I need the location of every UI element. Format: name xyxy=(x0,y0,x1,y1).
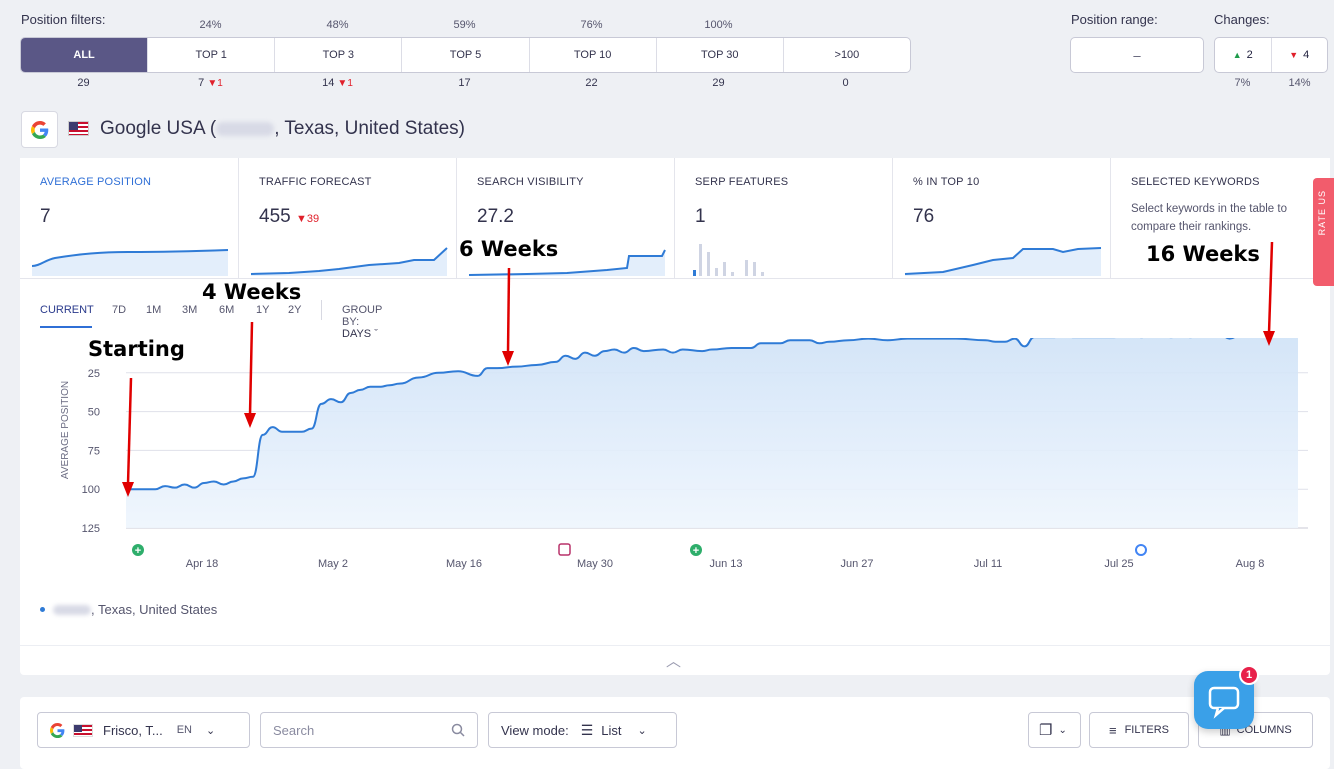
copy-dropdown[interactable]: ❐ ⌄ xyxy=(1028,712,1081,748)
filters-button[interactable]: ≡ FILTERS xyxy=(1089,712,1189,748)
copy-icon: ❐ xyxy=(1039,722,1053,739)
list-icon: ☰ xyxy=(580,721,594,738)
us-flag-icon xyxy=(73,723,93,737)
filter-icon: ≡ xyxy=(1108,722,1117,738)
annotation-6-weeks: 6 Weeks xyxy=(459,237,559,261)
annotation-starting: Starting xyxy=(88,337,185,361)
chevron-down-icon: ⌄ xyxy=(206,724,216,737)
chevron-down-icon: ⌄ xyxy=(637,724,647,737)
annotation-16-weeks: 16 Weeks xyxy=(1146,242,1260,266)
google-logo-icon xyxy=(50,722,65,738)
view-mode-dropdown[interactable]: View mode: ☰ List ⌄ xyxy=(488,712,677,748)
chevron-down-icon: ⌄ xyxy=(1058,724,1067,736)
search-input[interactable]: Search xyxy=(260,712,478,748)
chat-notification-badge: 1 xyxy=(1239,665,1259,685)
location-selector[interactable]: Frisco, T... EN ⌄ xyxy=(37,712,250,748)
keywords-toolbar: Frisco, T... EN ⌄ Search View mode: ☰ Li… xyxy=(20,697,1330,769)
search-icon xyxy=(451,723,465,737)
annotation-arrows xyxy=(122,241,1275,497)
annotation-4-weeks: 4 Weeks xyxy=(202,280,302,304)
